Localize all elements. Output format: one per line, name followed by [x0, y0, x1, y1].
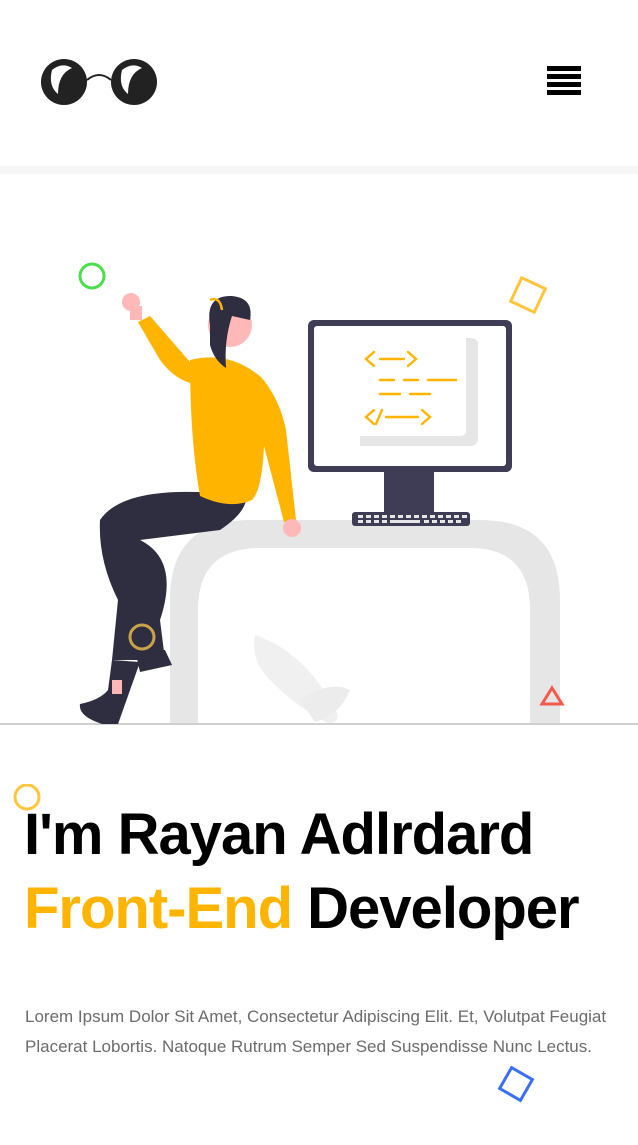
header-divider [0, 166, 638, 174]
hero-title: I'm Rayan Adlrdard Front-End Developer [24, 798, 580, 946]
hero-title-accent: Front-End [24, 876, 293, 941]
hero-description: Lorem Ipsum Dolor Sit Amet, Consectetur … [25, 1007, 607, 1056]
site-header [0, 0, 638, 166]
hero-title-line1: I'm Rayan Adlrdard [24, 802, 534, 867]
square-decoration [497, 1066, 535, 1103]
hero-title-rest: Developer [307, 876, 579, 941]
glasses-logo[interactable] [40, 56, 160, 108]
developer-illustration [0, 262, 638, 725]
hamburger-menu-icon[interactable] [547, 66, 585, 102]
